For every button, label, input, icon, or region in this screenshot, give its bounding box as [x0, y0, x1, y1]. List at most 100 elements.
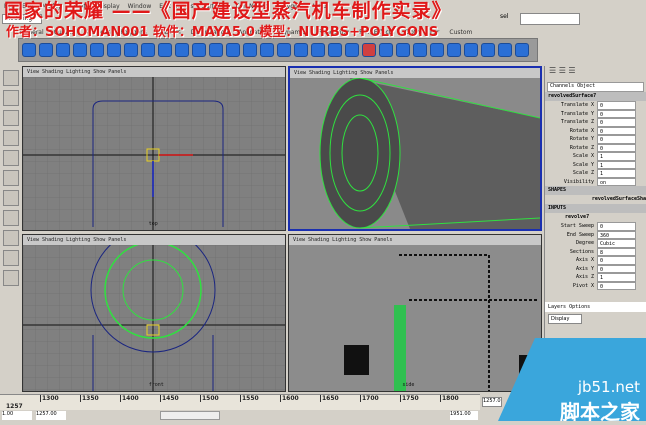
tool-icon[interactable] [3, 170, 19, 186]
shelf-tool-icon[interactable] [362, 43, 376, 57]
tool-icon[interactable] [3, 90, 19, 106]
channel-value[interactable]: 0 [597, 143, 636, 152]
channel-value[interactable]: 0 [597, 101, 636, 110]
shelf-tool-icon[interactable] [22, 43, 36, 57]
time-tick: 1400 [120, 395, 139, 402]
shelf-tool-icon[interactable] [90, 43, 104, 57]
shelf-tool-icon[interactable] [464, 43, 478, 57]
shelf-tool-icon[interactable] [311, 43, 325, 57]
shelf-tool-icon[interactable] [498, 43, 512, 57]
shelf-tool-icon[interactable] [481, 43, 495, 57]
channel-value[interactable]: 0 [597, 281, 636, 290]
shape-name[interactable]: revolvedSurfaceSha [545, 195, 646, 204]
viewport-persp[interactable]: View Shading Lighting Show Panels [288, 66, 542, 231]
range-bar[interactable] [160, 411, 220, 420]
shelf-tool-icon[interactable] [175, 43, 189, 57]
shelf-tool-icon[interactable] [447, 43, 461, 57]
channel-name: Translate Y [560, 110, 594, 117]
time-tick: 1750 [400, 395, 419, 402]
selection-input[interactable] [520, 13, 580, 25]
shelf-tool-icon[interactable] [396, 43, 410, 57]
channel-row: Scale Y1 [545, 160, 646, 169]
shelf-tool-icon[interactable] [56, 43, 70, 57]
channel-name: Axis Y [575, 265, 594, 272]
range-current-field[interactable]: 1257.00 [36, 411, 66, 420]
channel-value[interactable]: 1 [597, 160, 636, 169]
shelf-tool-icon[interactable] [430, 43, 444, 57]
channel-row: Axis X0 [545, 256, 646, 265]
range-start-field[interactable]: 1.00 [2, 411, 32, 420]
tool-icon[interactable] [3, 190, 19, 206]
tool-icon[interactable] [3, 250, 19, 266]
channel-name: Sections [569, 248, 594, 255]
shelf-tool-icon[interactable] [345, 43, 359, 57]
sel-label: sel [500, 13, 509, 20]
channel-row: Translate Z0 [545, 118, 646, 127]
shelf-tool-icon[interactable] [141, 43, 155, 57]
viewport-menu[interactable]: View Shading Lighting Show Panels [23, 67, 285, 77]
channel-value[interactable]: 8 [597, 247, 636, 256]
shelf-tool-icon[interactable] [328, 43, 342, 57]
range-slider[interactable]: 1.00 1257.00 1951.00 [0, 410, 480, 421]
channel-value[interactable]: 1 [597, 169, 636, 178]
channel-row: Rotate Z0 [545, 143, 646, 152]
shelf-tool-icon[interactable] [209, 43, 223, 57]
channel-value[interactable]: 1 [597, 273, 636, 282]
viewport-menu[interactable]: View Shading Lighting Show Panels [23, 235, 285, 245]
inputs-header: INPUTS [545, 204, 646, 213]
tool-icon[interactable] [3, 230, 19, 246]
viewport-front[interactable]: View Shading Lighting Show Panels front [22, 234, 286, 392]
channel-value[interactable]: 0 [597, 109, 636, 118]
tool-icon[interactable] [3, 150, 19, 166]
tool-icon[interactable] [3, 110, 19, 126]
object-name[interactable]: revolvedSurface7 [545, 92, 646, 101]
shelf-tool-icon[interactable] [277, 43, 291, 57]
shelf-tool-icon[interactable] [192, 43, 206, 57]
tool-icon[interactable] [3, 210, 19, 226]
channel-value[interactable]: on [597, 177, 636, 186]
camera-label: top [148, 221, 158, 227]
shelf-tool-icon[interactable] [294, 43, 308, 57]
layers-menu[interactable]: Layers Options [545, 302, 646, 312]
channel-row: Rotate X0 [545, 126, 646, 135]
channel-name: Rotate X [569, 127, 594, 134]
channel-value[interactable]: 0 [597, 222, 636, 231]
channel-value[interactable]: 360 [597, 230, 636, 239]
channel-value[interactable]: 0 [597, 256, 636, 265]
channel-name: Rotate Y [569, 136, 594, 142]
channel-value[interactable]: 0 [597, 118, 636, 127]
viewport-menu[interactable]: View Shading Lighting Show Panels [289, 235, 541, 245]
shelf-tool-icon[interactable] [413, 43, 427, 57]
viewport-top[interactable]: View Shading Lighting Show Panels top [22, 66, 286, 231]
time-tick: 1500 [200, 395, 219, 402]
viewport-menu[interactable]: View Shading Lighting Show Panels [290, 68, 540, 78]
channel-box-tabs[interactable]: Channels Object [547, 82, 644, 92]
shelf-tool-icon[interactable] [260, 43, 274, 57]
channel-value[interactable]: 0 [597, 264, 636, 273]
channel-value[interactable]: 0 [597, 126, 636, 135]
range-end-field[interactable]: 1951.00 [450, 411, 478, 420]
shelf-tool-icon[interactable] [73, 43, 87, 57]
layer-display-select[interactable]: Display [548, 314, 582, 324]
time-slider[interactable]: 1257 1257.0 1300 1350 1400 1450 1500 1550 1600… [0, 394, 502, 410]
channel-value[interactable]: Cubic [597, 239, 636, 248]
shelf-tool-icon[interactable] [158, 43, 172, 57]
viewport-side[interactable]: View Shading Lighting Show Panels side [288, 234, 542, 392]
shelf-tab[interactable]: Custom [449, 29, 472, 36]
shelf-tool-icon[interactable] [515, 43, 529, 57]
shelf-tool-icon[interactable] [379, 43, 393, 57]
shelf-tool-icon[interactable] [39, 43, 53, 57]
channel-row: Degree Cubic [545, 239, 646, 248]
shelf-tool-icon[interactable] [107, 43, 121, 57]
shelf-tool-icon[interactable] [124, 43, 138, 57]
channel-value[interactable]: 1 [597, 152, 636, 161]
channel-value[interactable]: 0 [597, 135, 636, 144]
shelf-tool-icon[interactable] [226, 43, 240, 57]
shelf-tool-icon[interactable] [243, 43, 257, 57]
tool-icon[interactable] [3, 130, 19, 146]
channel-name: Degree [575, 240, 594, 246]
tool-icon[interactable] [3, 70, 19, 86]
current-time-field[interactable]: 1257.0 [482, 397, 502, 407]
tool-icon[interactable] [3, 270, 19, 286]
input-name[interactable]: revolve7 [545, 213, 646, 222]
